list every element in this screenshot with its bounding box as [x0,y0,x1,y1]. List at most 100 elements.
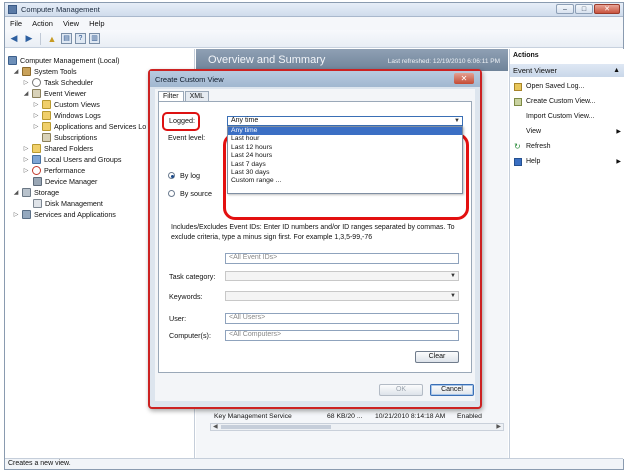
tree-item-subscriptions[interactable]: Subscriptions [42,132,97,143]
filter-panel: Logged: Event level: Any time ▼ Any time… [158,101,472,373]
scroll-left-icon[interactable]: ◀ [213,423,218,430]
show-hide-action-pane-icon[interactable]: ▥ [89,33,100,44]
tree-item-device-manager[interactable]: Device Manager [33,176,97,187]
collapsed-arrow-icon[interactable]: ▷ [23,145,29,152]
action-label: Refresh [526,143,551,150]
dropdown-option[interactable]: Last hour [228,135,462,143]
tree-item-system-tools[interactable]: ◢ System Tools [13,66,77,77]
tab-xml[interactable]: XML [184,91,209,101]
help-icon[interactable]: ? [75,33,86,44]
chevron-down-icon[interactable]: ▼ [450,272,456,280]
keywords-select[interactable]: ▼ [225,291,459,301]
by-source-radio[interactable] [168,190,175,197]
collapsed-arrow-icon[interactable]: ▷ [13,211,19,218]
dialog-close-button[interactable]: ✕ [454,73,474,84]
action-view[interactable]: View ▶ [514,126,621,137]
action-help[interactable]: Help ▶ [514,156,621,167]
tree-item-performance[interactable]: ▷ Performance [23,165,85,176]
scroll-right-icon[interactable]: ▶ [496,423,501,430]
filter-icon [514,97,522,106]
event-ids-input[interactable]: <All Event IDs> [225,253,459,264]
maximize-button[interactable]: □ [575,4,593,14]
by-log-label: By log [180,171,200,180]
tree-label: Shared Folders [44,144,94,153]
action-label: Import Custom View... [526,113,595,120]
horizontal-scrollbar[interactable]: ◀ ▶ [210,423,504,431]
computer-icon [8,56,17,65]
tree-item-windows-logs[interactable]: ▷ Windows Logs [33,110,101,121]
tree-label: System Tools [34,67,77,76]
menu-file[interactable]: File [10,19,22,28]
close-button[interactable]: ✕ [594,4,620,14]
expanded-arrow-icon[interactable]: ◢ [13,68,19,75]
collapsed-arrow-icon[interactable]: ▷ [33,123,39,130]
computer-input[interactable]: <All Computers> [225,330,459,341]
tree-item-custom-views[interactable]: ▷ Custom Views [33,99,100,110]
tree-item-shared-folders[interactable]: ▷ Shared Folders [23,143,93,154]
tree-item-app-services-logs[interactable]: ▷ Applications and Services Lo [33,121,146,132]
menu-help[interactable]: Help [89,19,104,28]
tools-icon [22,67,31,76]
action-open-saved-log[interactable]: Open Saved Log... [514,81,621,92]
ok-button[interactable]: OK [379,384,423,396]
expanded-arrow-icon[interactable]: ◢ [13,189,19,196]
tree-label: Services and Applications [34,210,116,219]
action-label: View [526,128,542,135]
by-log-radio[interactable] [168,172,175,179]
task-category-select[interactable]: ▼ [225,271,459,281]
collapsed-arrow-icon[interactable]: ▷ [23,156,29,163]
show-hide-tree-icon[interactable]: ▤ [61,33,72,44]
actions-pane: Actions Event Viewer ▲ Open Saved Log...… [509,49,624,459]
actions-group-event-viewer[interactable]: Event Viewer ▲ [510,64,624,77]
tree-label: Device Manager [45,177,98,186]
menu-action[interactable]: Action [32,19,53,28]
chevron-down-icon[interactable]: ▼ [450,292,456,300]
action-refresh[interactable]: ↻ Refresh [514,141,621,152]
tree-item-disk-management[interactable]: Disk Management [33,198,103,209]
dropdown-option[interactable]: Any time [228,127,462,136]
dropdown-option[interactable]: Last 30 days [228,169,462,177]
collapsed-arrow-icon[interactable]: ▷ [23,167,29,174]
back-icon[interactable]: ◀ [8,33,20,45]
action-create-custom-view[interactable]: Create Custom View... [514,96,621,107]
forward-icon[interactable]: ▶ [23,33,35,45]
user-input[interactable]: <All Users> [225,313,459,324]
dropdown-option[interactable]: Last 12 hours [228,144,462,152]
overview-header: Overview and Summary Last refreshed: 12/… [196,49,508,71]
tree-item-task-scheduler[interactable]: ▷ Task Scheduler [23,77,93,88]
tree-label: Storage [34,188,60,197]
overview-title: Overview and Summary [208,54,326,66]
collapsed-arrow-icon[interactable]: ▷ [33,112,39,119]
up-folder-icon[interactable]: ▲ [46,33,58,45]
refresh-icon: ↻ [514,141,521,151]
chevron-down-icon[interactable]: ▼ [454,117,460,125]
tree-label: Windows Logs [54,111,101,120]
tree-item-local-users[interactable]: ▷ Local Users and Groups [23,154,122,165]
tree-item-storage[interactable]: ◢ Storage [13,187,59,198]
collapse-up-icon[interactable]: ▲ [613,64,620,77]
collapsed-arrow-icon[interactable]: ▷ [23,79,29,86]
dropdown-option[interactable]: Custom range ... [228,177,462,185]
service-status: Enabled [457,413,482,420]
scrollbar-thumb[interactable] [221,425,331,429]
event-level-label: Event level: [168,133,206,142]
action-label: Create Custom View... [526,98,596,105]
minimize-button[interactable]: – [556,4,574,14]
logged-time-select[interactable]: Any time ▼ [227,116,463,126]
collapsed-arrow-icon[interactable]: ▷ [33,101,39,108]
cancel-button[interactable]: Cancel [430,384,474,396]
table-row[interactable]: Key Management Service 68 KB/20 ... 10/2… [214,413,504,422]
dropdown-option[interactable]: Last 7 days [228,161,462,169]
user-label: User: [169,314,187,323]
tree-item-services-apps[interactable]: ▷ Services and Applications [13,209,116,220]
disk-icon [33,199,42,208]
action-import-custom-view[interactable]: Import Custom View... [514,111,621,122]
blank-icon [514,113,522,121]
expanded-arrow-icon[interactable]: ◢ [23,90,29,97]
tree-item-event-viewer[interactable]: ◢ Event Viewer [23,88,86,99]
dropdown-option[interactable]: Last 24 hours [228,152,462,160]
tree-item-root[interactable]: Computer Management (Local) [8,55,119,66]
keywords-label: Keywords: [169,292,203,301]
clear-button[interactable]: Clear [415,351,459,363]
menu-view[interactable]: View [63,19,79,28]
